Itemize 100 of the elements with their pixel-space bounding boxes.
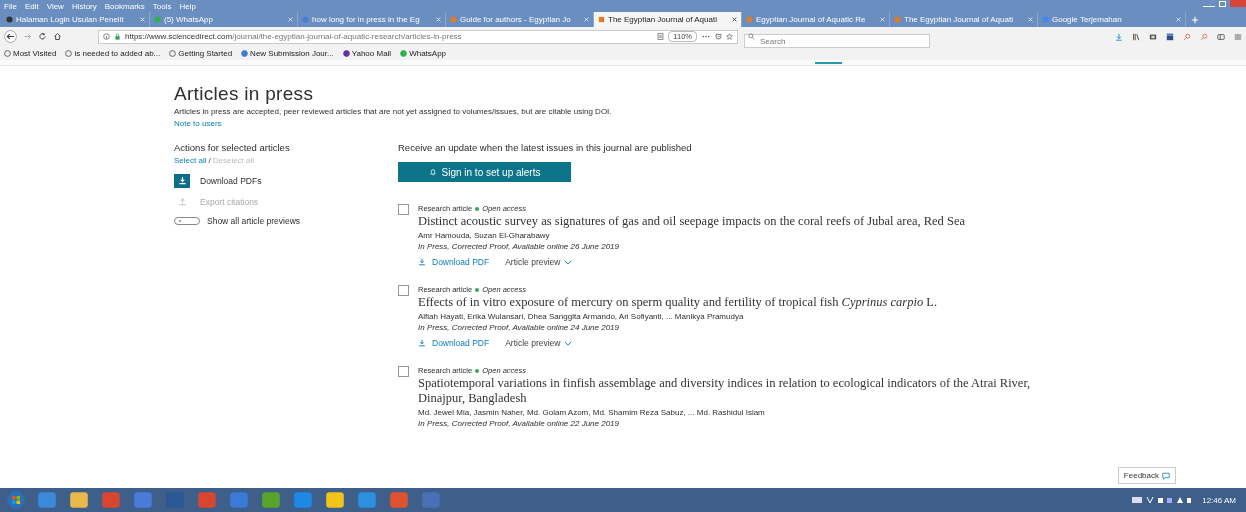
download-icon <box>177 176 187 185</box>
library-icon[interactable] <box>1132 32 1140 41</box>
app-icon[interactable] <box>36 491 58 509</box>
site-icon <box>302 16 309 23</box>
article-authors: Md. Jewel Mia, Jasmin Naher, Md. Golam Azom, Md. Shamim Reza Sabuz, ... Md. Rashidul Islam <box>418 408 766 417</box>
article-title[interactable]: Effects of in vitro exposure of mercury on sperm quality and fertility of tropical fish Cyprinus carpio L. <box>418 295 1078 310</box>
site-icon <box>241 49 249 57</box>
bookmark-item[interactable]: Getting Started <box>169 48 233 58</box>
page-description: Articles in press are accepted, peer reviewed articles that are not yet assigned to volumes/issues, but are citable using DOI. <box>174 107 613 116</box>
article-title[interactable]: Spatiotemporal variations in finfish assemblage and diversity indices in relation to ecological indicators of the Atrai River, Dinajpur, Bangladesh <box>418 376 1078 406</box>
screenshot-icon[interactable] <box>1149 32 1157 41</box>
more-icon[interactable] <box>701 33 711 40</box>
star-icon[interactable] <box>726 33 733 40</box>
pocket-icon[interactable] <box>715 33 722 40</box>
browser-tab[interactable]: (5) WhatsApp <box>150 12 298 27</box>
app-icon[interactable] <box>388 491 410 509</box>
article-date: In Press, Corrected Proof, Available online 22 June 2019 <box>418 419 620 428</box>
open-access-dot <box>475 287 480 292</box>
actions-heading: Actions for selected articles <box>174 142 291 153</box>
forward-icon[interactable] <box>23 32 32 41</box>
app-icon[interactable] <box>260 491 282 509</box>
browser-tab[interactable]: The Egyptian Journal of Aquati <box>890 12 1038 27</box>
sidebar-icon[interactable] <box>1217 32 1225 41</box>
home-icon[interactable] <box>53 32 62 41</box>
site-icon <box>342 49 350 57</box>
upload-icon <box>177 197 187 206</box>
article-date: In Press, Corrected Proof, Available online 26 June 2019 <box>418 242 620 251</box>
app-icon[interactable] <box>324 491 346 509</box>
tray-icons[interactable] <box>1132 495 1193 505</box>
browser-tab[interactable]: Halaman Login Usulan Penelit <box>2 12 150 27</box>
bookmark-item[interactable]: WhatsApp <box>400 48 447 58</box>
menu-item[interactable]: Edit <box>24 0 39 12</box>
search-icon <box>748 33 755 40</box>
speech-bubble-icon <box>1162 471 1170 480</box>
chevron-icon <box>564 259 573 265</box>
article-checkbox[interactable] <box>398 204 409 215</box>
download-icon <box>418 258 426 266</box>
note-link[interactable]: Note to users <box>174 119 1246 128</box>
chevron-icon <box>564 340 573 346</box>
bookmark-item[interactable]: New Submission Jour... <box>241 48 334 58</box>
close-icon[interactable] <box>732 17 737 22</box>
reader-icon[interactable] <box>657 33 665 40</box>
article-authors: Alfiah Hayati, Erika Wulansari, Dhea Sanggita Armando, Ari Sofiyanti, ... Manikya Pramudya <box>418 312 745 321</box>
site-icon <box>1042 16 1049 23</box>
site-icon <box>4 49 11 57</box>
download-pdf-link[interactable]: Download PDF <box>418 257 490 267</box>
reload-icon[interactable] <box>38 32 47 41</box>
site-icon <box>169 49 177 57</box>
menu-item[interactable]: History <box>71 0 97 12</box>
magnifier-icon[interactable] <box>1183 32 1191 41</box>
browser-tab[interactable]: The Egyptian Journal of Aquati <box>594 12 742 27</box>
separator: / <box>208 156 211 165</box>
site-icon <box>65 49 73 57</box>
start-button[interactable] <box>6 490 26 510</box>
site-icon <box>894 16 901 23</box>
info-icon[interactable] <box>103 33 110 40</box>
download-icon <box>418 339 426 347</box>
clock: 12:46 AM <box>1202 495 1236 505</box>
new-tab-icon[interactable] <box>1191 15 1199 24</box>
article-checkbox[interactable] <box>398 366 409 377</box>
article-checkbox[interactable] <box>398 285 409 296</box>
bookmark-item[interactable]: Most Visited <box>4 48 57 58</box>
action-button[interactable]: Download PDFs <box>174 173 398 188</box>
browser-tab[interactable]: how long for in press in the Eg <box>298 12 446 27</box>
download-icon[interactable] <box>1115 32 1123 41</box>
site-icon <box>598 16 605 23</box>
search-field[interactable]: Search <box>744 34 930 48</box>
menu-item[interactable]: Tools <box>152 0 172 12</box>
open-access-dot <box>475 206 480 211</box>
site-icon <box>6 16 13 23</box>
bookmark-item[interactable]: is needed to added ab... <box>65 48 161 58</box>
bell-icon <box>428 168 437 176</box>
menu-icon[interactable] <box>1234 32 1242 41</box>
menu-item[interactable]: File <box>4 0 17 12</box>
article-preview-toggle[interactable]: Article preview <box>505 338 573 348</box>
open-access-dot <box>475 368 480 373</box>
app-icon[interactable] <box>356 491 378 509</box>
menu-item[interactable]: View <box>46 0 64 12</box>
back-icon[interactable] <box>4 30 17 43</box>
browser-tab[interactable]: Google Terjemahan <box>1038 12 1186 27</box>
article-authors: Amr Hamouda, Suzan El-Gharabawy <box>418 231 551 240</box>
app-icon[interactable] <box>132 491 154 509</box>
download-pdf-link[interactable]: Download PDF <box>418 338 490 348</box>
alerts-text: Receive an update when the latest issues in this journal are published <box>398 142 693 153</box>
bookmark-item[interactable]: Yahoo Mail <box>342 48 392 58</box>
article-preview-toggle[interactable]: Article preview <box>505 257 573 267</box>
app-icon[interactable] <box>68 491 90 509</box>
browser-tab[interactable]: Egyptian Journal of Aquatic Re <box>742 12 890 27</box>
site-icon <box>450 16 457 23</box>
restore-icon[interactable] <box>1219 1 1226 7</box>
app-icon[interactable] <box>292 491 314 509</box>
menu-item[interactable]: Help <box>179 0 196 12</box>
toggle-label: Show all article previews <box>207 216 301 226</box>
alerts-button[interactable]: Sign in to set up alerts <box>398 162 571 182</box>
site-icon <box>746 16 753 23</box>
magnifier-icon[interactable] <box>1200 32 1208 41</box>
feedback-button[interactable]: Feedback <box>1117 467 1176 484</box>
select-all-link[interactable]: Select all <box>174 156 207 165</box>
article-title[interactable]: Distinct acoustic survey as signatures of gas and oil seepage impacts on the coral reefs of Jubal area, Red Sea <box>418 214 1078 229</box>
menu-item[interactable]: Bookmarks <box>104 0 145 12</box>
